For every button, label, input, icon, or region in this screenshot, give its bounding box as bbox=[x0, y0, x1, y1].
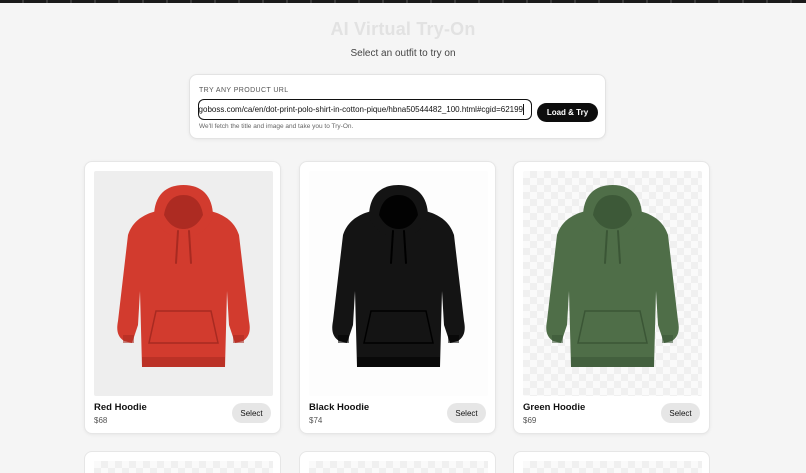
product-card-black-hoodie[interactable]: Black Hoodie $74 Select bbox=[299, 161, 496, 434]
select-button[interactable]: Select bbox=[661, 403, 700, 423]
product-card-partial[interactable] bbox=[84, 451, 281, 473]
page-subtitle: Select an outfit to try on bbox=[350, 48, 456, 59]
top-bar bbox=[0, 0, 806, 3]
text-caret bbox=[523, 104, 524, 115]
product-image bbox=[309, 461, 488, 473]
url-field-label: TRY ANY PRODUCT URL bbox=[199, 87, 289, 94]
green-hoodie-image bbox=[546, 185, 679, 367]
url-hint-text: We'll fetch the title and image and take… bbox=[199, 123, 354, 130]
product-url-input[interactable]: .hugoboss.com/ca/en/dot-print-polo-shirt… bbox=[198, 99, 532, 120]
red-hoodie-image bbox=[117, 185, 250, 367]
url-form-card: TRY ANY PRODUCT URL .hugoboss.com/ca/en/… bbox=[189, 74, 606, 139]
product-price: $68 bbox=[94, 416, 108, 425]
product-image bbox=[94, 461, 273, 473]
product-image bbox=[523, 171, 702, 396]
select-button[interactable]: Select bbox=[447, 403, 486, 423]
product-card-red-hoodie[interactable]: Red Hoodie $68 Select bbox=[84, 161, 281, 434]
product-price: $74 bbox=[309, 416, 323, 425]
product-card-partial[interactable] bbox=[513, 451, 710, 473]
product-price: $69 bbox=[523, 416, 537, 425]
product-image bbox=[309, 171, 488, 396]
product-card-partial[interactable] bbox=[299, 451, 496, 473]
select-button[interactable]: Select bbox=[232, 403, 271, 423]
load-and-try-button[interactable]: Load & Try bbox=[537, 103, 598, 122]
product-card-green-hoodie[interactable]: Green Hoodie $69 Select bbox=[513, 161, 710, 434]
product-name: Black Hoodie bbox=[309, 402, 370, 413]
product-image bbox=[94, 171, 273, 396]
page-title: AI Virtual Try-On bbox=[330, 19, 476, 39]
product-url-value: .hugoboss.com/ca/en/dot-print-polo-shirt… bbox=[198, 105, 523, 114]
product-name: Red Hoodie bbox=[94, 402, 147, 413]
product-name: Green Hoodie bbox=[523, 402, 586, 413]
black-hoodie-image bbox=[332, 185, 465, 367]
product-image bbox=[523, 461, 702, 473]
